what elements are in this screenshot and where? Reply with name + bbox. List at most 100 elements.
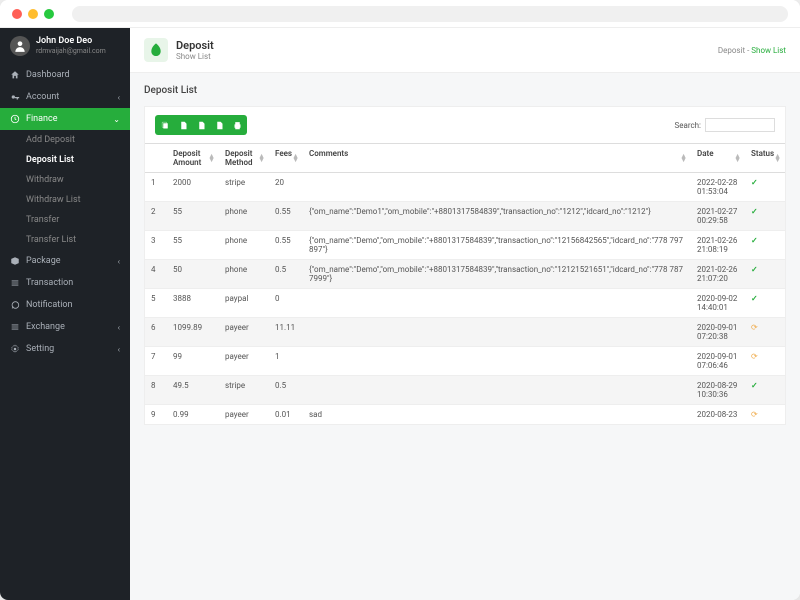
package-icon: [10, 256, 20, 266]
cell-status: ✓: [745, 376, 785, 405]
cell-index: 2: [145, 202, 167, 231]
cell-index: 1: [145, 173, 167, 202]
chevron-left-icon: ‹: [118, 323, 120, 332]
excel-button[interactable]: [193, 117, 209, 133]
deposit-panel: Search: Deposit Amount▲▼ Deposi: [144, 106, 786, 425]
nav-label: Transaction: [26, 278, 73, 288]
cell-date: 2020-09-01 07:20:38: [691, 318, 745, 347]
cell-date: 2020-09-01 07:06:46: [691, 347, 745, 376]
cell-index: 4: [145, 260, 167, 289]
cell-comments: {"om_name":"Demo","om_mobile":"+88013175…: [303, 260, 691, 289]
col-fees[interactable]: Fees▲▼: [269, 144, 303, 173]
clock-icon: [10, 114, 20, 124]
print-button[interactable]: [229, 117, 245, 133]
cell-method: stripe: [219, 173, 269, 202]
check-icon: ✓: [751, 265, 758, 274]
pending-icon: ⟳: [751, 410, 758, 419]
user-email: rdmvaijah@gmail.com: [36, 47, 106, 55]
user-block[interactable]: John Doe Deo rdmvaijah@gmail.com: [0, 28, 130, 64]
cell-comments: sad: [303, 405, 691, 425]
sort-icon: ▲▼: [734, 154, 741, 162]
sort-icon: ▲▼: [208, 154, 215, 162]
cell-method: paypal: [219, 289, 269, 318]
panel-title: Deposit List: [144, 85, 786, 96]
cell-fees: 0.01: [269, 405, 303, 425]
nav-exchange[interactable]: Exchange ‹: [0, 316, 130, 338]
nav-account[interactable]: Account ‹: [0, 86, 130, 108]
nav-setting[interactable]: Setting ‹: [0, 338, 130, 360]
pending-icon: ⟳: [751, 323, 758, 332]
cell-amount: 49.5: [167, 376, 219, 405]
table-row: 255phone0.55{"om_name":"Demo1","om_mobil…: [145, 202, 785, 231]
subnav-transfer[interactable]: Transfer: [0, 210, 130, 230]
sort-icon: ▲▼: [258, 154, 265, 162]
subnav-transfer-list[interactable]: Transfer List: [0, 230, 130, 250]
close-dot[interactable]: [12, 9, 22, 19]
table-row: 450phone0.5{"om_name":"Demo","om_mobile"…: [145, 260, 785, 289]
cell-amount: 55: [167, 202, 219, 231]
cell-comments: [303, 318, 691, 347]
minimize-dot[interactable]: [28, 9, 38, 19]
csv-button[interactable]: [175, 117, 191, 133]
chevron-left-icon: ‹: [118, 345, 120, 354]
subnav-withdraw-list[interactable]: Withdraw List: [0, 190, 130, 210]
chevron-down-icon: ⌄: [113, 115, 120, 124]
check-icon: ✓: [751, 294, 758, 303]
cell-index: 5: [145, 289, 167, 318]
nav-package[interactable]: Package ‹: [0, 250, 130, 272]
avatar: [10, 36, 30, 56]
col-status[interactable]: Status▲▼: [745, 144, 785, 173]
nav-transaction[interactable]: Transaction: [0, 272, 130, 294]
url-bar[interactable]: [72, 6, 788, 22]
search-input[interactable]: [705, 118, 775, 132]
sort-icon: ▲▼: [292, 154, 299, 162]
user-name: John Doe Deo: [36, 37, 106, 47]
col-index[interactable]: [145, 144, 167, 173]
cell-method: payeer: [219, 347, 269, 376]
subnav-withdraw[interactable]: Withdraw: [0, 170, 130, 190]
cell-method: payeer: [219, 405, 269, 425]
cell-amount: 55: [167, 231, 219, 260]
cell-status: ✓: [745, 173, 785, 202]
nav-notification[interactable]: Notification: [0, 294, 130, 316]
search-label: Search:: [674, 121, 701, 130]
copy-button[interactable]: [157, 117, 173, 133]
breadcrumb-root[interactable]: Deposit: [718, 46, 745, 55]
subnav-add-deposit[interactable]: Add Deposit: [0, 130, 130, 150]
cell-comments: [303, 289, 691, 318]
nav-dashboard[interactable]: Dashboard: [0, 64, 130, 86]
nav-finance[interactable]: Finance ⌄: [0, 108, 130, 130]
table-toolbar: Search:: [145, 107, 785, 143]
cell-method: phone: [219, 231, 269, 260]
table-row: 799payeer12020-09-01 07:06:46⟳: [145, 347, 785, 376]
table-row: 12000stripe202022-02-28 01:53:04✓: [145, 173, 785, 202]
pdf-button[interactable]: [211, 117, 227, 133]
leaf-icon: [144, 38, 168, 62]
nav-label: Account: [26, 92, 59, 102]
cell-status: ⟳: [745, 347, 785, 376]
col-date[interactable]: Date▲▼: [691, 144, 745, 173]
dashboard-icon: [10, 70, 20, 80]
table-row: 849.5stripe0.52020-08-29 10:30:36✓: [145, 376, 785, 405]
exchange-icon: [10, 322, 20, 332]
check-icon: ✓: [751, 236, 758, 245]
cell-date: 2020-08-29 10:30:36: [691, 376, 745, 405]
page-title: Deposit: [176, 39, 214, 52]
cell-comments: [303, 347, 691, 376]
cell-fees: 20: [269, 173, 303, 202]
cell-method: phone: [219, 260, 269, 289]
list-icon: [10, 278, 20, 288]
col-amount[interactable]: Deposit Amount▲▼: [167, 144, 219, 173]
table-row: 355phone0.55{"om_name":"Demo","om_mobile…: [145, 231, 785, 260]
cell-status: ✓: [745, 289, 785, 318]
subnav-deposit-list[interactable]: Deposit List: [0, 150, 130, 170]
cell-status: ✓: [745, 202, 785, 231]
nav-label: Dashboard: [26, 70, 70, 80]
main-content: Deposit Show List Deposit - Show List De…: [130, 28, 800, 600]
cell-fees: 0.55: [269, 202, 303, 231]
window-titlebar: [0, 0, 800, 28]
maximize-dot[interactable]: [44, 9, 54, 19]
cell-comments: [303, 173, 691, 202]
col-method[interactable]: Deposit Method▲▼: [219, 144, 269, 173]
col-comments[interactable]: Comments▲▼: [303, 144, 691, 173]
